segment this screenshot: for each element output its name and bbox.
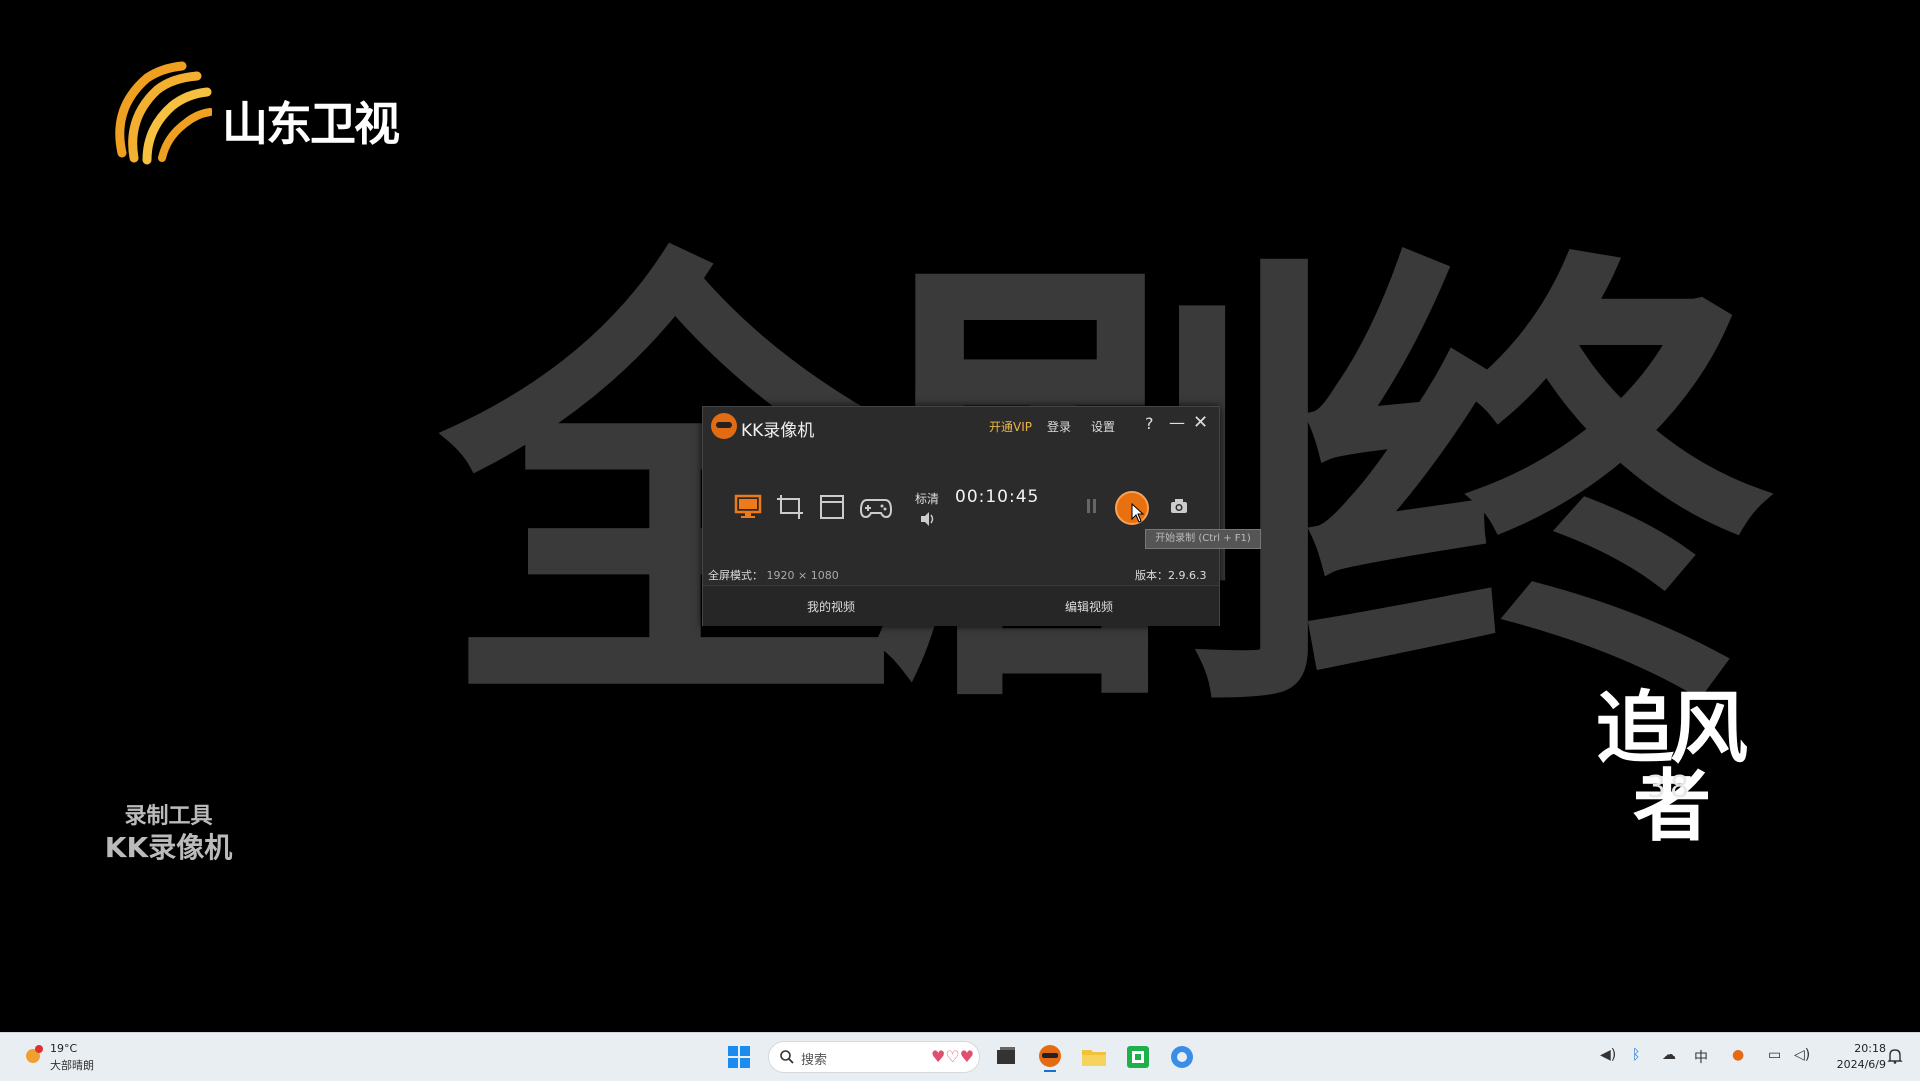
settings-link[interactable]: 设置 [1091,418,1115,435]
browser-icon [1171,1046,1193,1068]
login-link[interactable]: 登录 [1047,418,1071,435]
monitor-icon [734,494,762,518]
edit-video-button[interactable]: 编辑视频 [1065,598,1113,615]
kk-window-title: KK录像机 [741,421,815,441]
volume-icon[interactable]: ◁) [1794,1047,1810,1063]
cloud-icon[interactable]: ☁ [1662,1047,1676,1063]
quality-selector[interactable]: 标清 [915,490,939,507]
taskbar: 19°C 大部晴朗 搜索 ♥♡♥ ◀) ᛒ ☁ 中 ● ▭ ◁) 20:18 2… [0,1032,1920,1081]
volume-button[interactable] [919,511,937,527]
weather-widget[interactable] [22,1044,44,1066]
taskbar-app-file-explorer[interactable] [1078,1041,1110,1073]
task-view-icon [997,1047,1015,1064]
weather-temperature: 19°C [50,1042,78,1055]
vip-link[interactable]: 开通VIP [989,418,1032,435]
green-app-icon [1127,1046,1149,1068]
minimize-button[interactable]: — [1169,413,1185,432]
camera-icon [1171,499,1187,513]
region-mode-button[interactable] [775,493,805,521]
network-icon[interactable]: ▭ [1768,1047,1781,1063]
taskbar-app-task-view[interactable] [990,1041,1022,1073]
window-mode-button[interactable] [817,493,847,521]
episode-number: 38 [1646,770,1694,805]
pause-icon [1087,499,1096,513]
weather-description: 大部晴朗 [50,1059,94,1072]
notification-bell-icon[interactable] [1886,1047,1904,1065]
watermark-line2: KK录像机 [104,831,233,864]
bluetooth-icon[interactable]: ᛒ [1632,1047,1640,1063]
version-info: 版本：2.9.6.3 [1135,567,1206,583]
version-number: 2.9.6.3 [1168,569,1207,582]
help-button[interactable]: ? [1145,414,1154,433]
folder-icon [1082,1050,1106,1066]
channel-logo-emblem-icon [115,61,212,165]
capture-mode-label: 全屏模式： [708,569,763,582]
taskbar-search[interactable]: 搜索 ♥♡♥ [768,1041,980,1073]
record-tooltip: 开始录制 (Ctrl + F1) [1145,529,1261,549]
version-label: 版本： [1135,569,1168,582]
taskbar-app-kk-recorder[interactable] [1034,1041,1066,1073]
kk-logo-icon [711,413,737,439]
channel-logo: 山东卫视 [112,58,432,168]
video-frame: 山东卫视 全剧终 追风者 38 录制工具 KK录像机 KK录像机 开通VIP 登… [0,0,1920,1032]
speaker-icon [921,512,934,526]
search-placeholder: 搜索 [801,1053,828,1068]
pause-button[interactable] [1085,497,1099,515]
program-title: 追风者 [1595,684,1748,852]
kk-recorder-window: KK录像机 开通VIP 登录 设置 ? — ✕ 标清 00:10:45 开始录制… [702,406,1261,626]
my-videos-button[interactable]: 我的视频 [807,598,855,615]
close-button[interactable]: ✕ [1193,412,1208,433]
recording-timer: 00:10:45 [955,487,1040,507]
search-icon [780,1050,794,1064]
tray-kk-recorder-icon[interactable]: ● [1732,1047,1744,1063]
search-highlight-icon: ♥♡♥ [931,1047,975,1066]
fullscreen-mode-button[interactable] [733,493,763,521]
capture-mode-info: 全屏模式： 1920 × 1080 [708,567,839,583]
gamepad-icon [859,499,893,519]
window-icon [820,495,844,519]
screenshot-button[interactable] [1169,497,1189,515]
kk-footer: 我的视频 编辑视频 [703,585,1219,626]
capture-resolution: 1920 × 1080 [766,569,839,582]
game-mode-button[interactable] [859,493,893,521]
mouse-cursor-icon [1131,503,1145,523]
taskbar-app-browser[interactable] [1166,1041,1198,1073]
channel-logo-text: 山东卫视 [222,97,400,151]
crop-region-icon [777,495,803,519]
weather-sun-icon [26,1045,43,1063]
input-method-icon[interactable]: 中 [1694,1047,1708,1067]
clock-time[interactable]: 20:18 [1830,1042,1886,1055]
start-button[interactable] [727,1045,751,1069]
kk-titlebar[interactable]: KK录像机 开通VIP 登录 设置 ? — ✕ [703,407,1219,443]
tray-speaker-app-icon[interactable]: ◀) [1600,1047,1616,1063]
clock-date[interactable]: 2024/6/9 [1826,1058,1886,1071]
taskbar-app-green[interactable] [1122,1041,1154,1073]
kk-recorder-app-icon [1039,1045,1061,1072]
windows-logo-icon [728,1046,750,1068]
